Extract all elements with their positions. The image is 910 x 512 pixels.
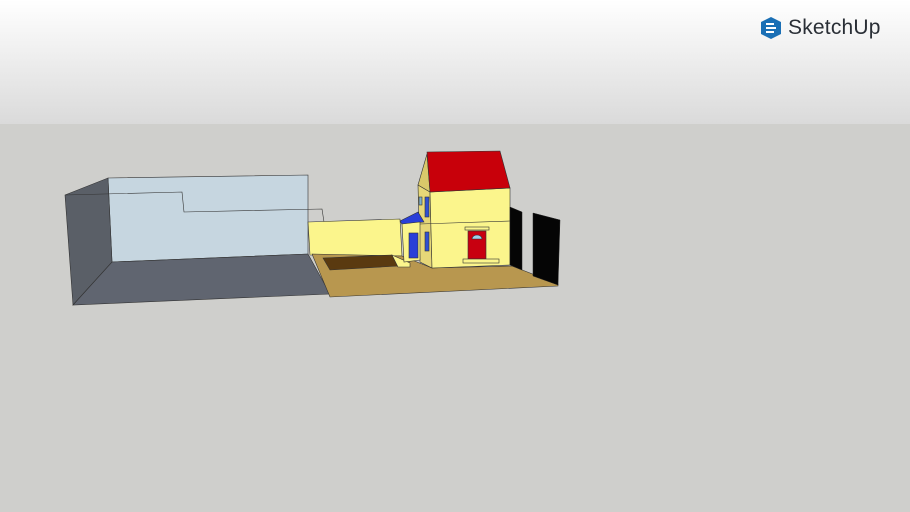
brand-name: SketchUp <box>788 16 881 39</box>
box-back-wall <box>107 174 309 263</box>
garden-wall <box>307 218 403 257</box>
side-door <box>408 232 419 259</box>
black-panel-2 <box>532 212 561 286</box>
sketchup-logo[interactable]: SketchUp <box>760 16 881 40</box>
side-window-upper <box>424 196 430 218</box>
door-canopy <box>464 226 490 231</box>
side-window-lower <box>424 231 430 252</box>
door-step <box>462 258 500 264</box>
black-panel-1 <box>509 206 523 271</box>
building-box <box>64 174 331 306</box>
sketchup-logo-icon <box>761 17 781 39</box>
roof <box>426 150 511 193</box>
side-window-top <box>418 196 423 206</box>
3d-model-viewport[interactable] <box>0 0 910 512</box>
